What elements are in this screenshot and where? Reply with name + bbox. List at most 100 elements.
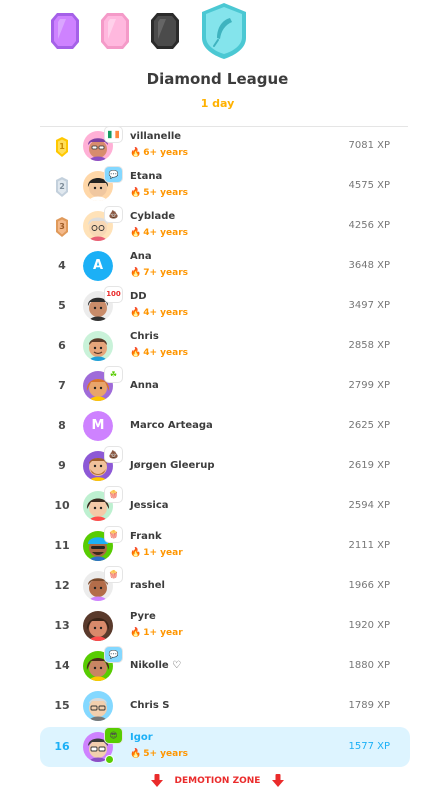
user-name: Igor xyxy=(130,732,153,743)
rank-number: 5 xyxy=(58,299,66,312)
down-arrow-icon xyxy=(272,774,285,787)
flame-icon: 🔥 xyxy=(130,628,142,638)
user-name: Frank xyxy=(130,531,162,542)
leaderboard-row-6[interactable]: 6 Chris 🔥 4+ years 2858 XP xyxy=(40,326,410,366)
xp-value: 4575 XP xyxy=(348,180,390,191)
streak-label: 🔥 4+ years xyxy=(130,308,188,318)
leaderboard-row-1[interactable]: 1 villanelle 🔥 6+ years 7081 XP xyxy=(40,126,410,166)
diamond-badge-icon xyxy=(202,3,246,59)
flame-icon: 🔥 xyxy=(130,268,142,278)
leaderboard-row-12[interactable]: 12 🍿 rashel 1966 XP xyxy=(40,566,410,606)
user-name: Etana xyxy=(130,171,163,182)
online-status-indicator xyxy=(106,756,113,763)
amethyst-badge-icon xyxy=(51,13,79,49)
user-name: Cyblade xyxy=(130,211,176,222)
streak-label: 🔥 4+ years xyxy=(130,228,188,238)
rank-number: 6 xyxy=(58,339,66,352)
leaderboard-row-7[interactable]: 7 ☘ Anna 2799 XP xyxy=(40,366,410,406)
leaderboard-row-11[interactable]: 11 🍿 Frank 🔥 1+ year 2111 XP xyxy=(40,526,410,566)
rank-number: 2 xyxy=(59,182,65,191)
flame-icon: 🔥 xyxy=(130,749,142,759)
rank-number: 14 xyxy=(54,659,70,672)
popcorn-icon: 🍿 xyxy=(105,567,122,582)
streak-label: 🔥 1+ year xyxy=(130,628,183,638)
xp-value: 7081 XP xyxy=(348,140,390,151)
streak-label: 🔥 6+ years xyxy=(130,148,188,158)
user-name: Pyre xyxy=(130,611,156,622)
rank-number: 13 xyxy=(54,619,70,632)
league-badges xyxy=(0,0,435,70)
user-name: villanelle xyxy=(130,131,182,142)
user-name: DD xyxy=(130,291,147,302)
leaderboard-row-10[interactable]: 10 🍿 Jessica 2594 XP xyxy=(40,486,410,526)
rank-number: 1 xyxy=(59,142,65,151)
user-name: rashel xyxy=(130,580,165,591)
demotion-zone-banner: DEMOTION ZONE xyxy=(0,774,435,788)
leaderboard-row-15[interactable]: 15 Chris S 1789 XP xyxy=(40,686,410,726)
user-avatar[interactable] xyxy=(83,691,113,721)
leaderboard-row-13[interactable]: 13 Pyre 🔥 1+ year 1920 XP xyxy=(40,606,410,646)
rank-number: 16 xyxy=(54,740,70,753)
popcorn-icon: 🍿 xyxy=(105,527,122,542)
leaderboard-row-14[interactable]: 14 💬 Nikolle ♡ 1880 XP xyxy=(40,646,410,686)
leaderboard-row-2[interactable]: 2 💬 Etana 🔥 5+ years 4575 XP xyxy=(40,166,410,206)
xp-value: 2111 XP xyxy=(348,540,390,551)
time-remaining: 1 day xyxy=(200,97,235,110)
user-name: Jessica xyxy=(130,500,169,511)
rank-number: 10 xyxy=(54,499,70,512)
user-name: Nikolle ♡ xyxy=(130,660,182,671)
rank-number: 3 xyxy=(59,222,65,231)
league-title: Diamond League xyxy=(146,70,289,88)
rank-number: 9 xyxy=(58,459,66,472)
xp-value: 2625 XP xyxy=(348,420,390,431)
streak-label: 🔥 5+ years xyxy=(130,749,188,759)
rank-number: 8 xyxy=(58,419,66,432)
xp-value: 3497 XP xyxy=(348,300,390,311)
demotion-zone-label: DEMOTION ZONE xyxy=(174,776,261,786)
speech-bubble-icon: 💬 xyxy=(105,167,122,182)
leaderboard-row-4[interactable]: 4 A Ana 🔥 7+ years 3648 XP xyxy=(40,246,410,286)
ireland-flag-icon xyxy=(105,127,122,142)
user-avatar[interactable] xyxy=(83,611,113,641)
leaderboard-row-8[interactable]: 8 M Marco Arteaga 2625 XP xyxy=(40,406,410,446)
popcorn-icon: 🍿 xyxy=(105,487,122,502)
user-avatar[interactable]: A xyxy=(83,251,113,281)
sunglasses-icon: 😎 xyxy=(105,728,122,743)
streak-label: 🔥 7+ years xyxy=(130,268,188,278)
xp-value: 1920 XP xyxy=(348,620,390,631)
user-name: Chris S xyxy=(130,700,170,711)
user-name: Anna xyxy=(130,380,159,391)
flame-icon: 🔥 xyxy=(130,348,142,358)
leaderboard-row-5[interactable]: 5 100 DD 🔥 4+ years 3497 XP xyxy=(40,286,410,326)
user-name: Ana xyxy=(130,251,152,262)
rank-number: 12 xyxy=(54,579,70,592)
pearl-badge-icon xyxy=(101,13,129,49)
poop-emoji-icon: 💩 xyxy=(105,207,122,222)
flame-icon: 🔥 xyxy=(130,548,142,558)
flame-icon: 🔥 xyxy=(130,188,142,198)
rank-number: 11 xyxy=(54,539,70,552)
user-name: Marco Arteaga xyxy=(130,420,213,431)
obsidian-badge-icon xyxy=(151,13,179,49)
avatar-initial: A xyxy=(83,251,113,281)
flame-icon: 🔥 xyxy=(130,308,142,318)
flame-icon: 🔥 xyxy=(130,228,142,238)
poop-emoji-icon: 💩 xyxy=(105,447,122,462)
xp-value: 4256 XP xyxy=(348,220,390,231)
leaderboard-row-9[interactable]: 9 💩 Jørgen Gleerup 2619 XP xyxy=(40,446,410,486)
xp-value: 1880 XP xyxy=(348,660,390,671)
xp-value: 2799 XP xyxy=(348,380,390,391)
streak-label: 🔥 5+ years xyxy=(130,188,188,198)
leaderboard-row-3[interactable]: 3 💩 Cyblade 🔥 4+ years 4256 XP xyxy=(40,206,410,246)
speech-bubble-icon: 💬 xyxy=(105,647,122,662)
xp-value: 1789 XP xyxy=(348,700,390,711)
flame-icon: 🔥 xyxy=(130,148,142,158)
down-arrow-icon xyxy=(150,774,163,787)
xp-value: 1577 XP xyxy=(348,741,390,752)
clover-icon: ☘ xyxy=(105,367,122,382)
hundred-points-icon: 100 xyxy=(105,287,122,302)
user-avatar[interactable] xyxy=(83,331,113,361)
xp-value: 2619 XP xyxy=(348,460,390,471)
leaderboard-row-16-current-user[interactable]: 16 😎 Igor 🔥 5+ years 1577 XP xyxy=(40,727,410,767)
user-avatar[interactable]: M xyxy=(83,411,113,441)
